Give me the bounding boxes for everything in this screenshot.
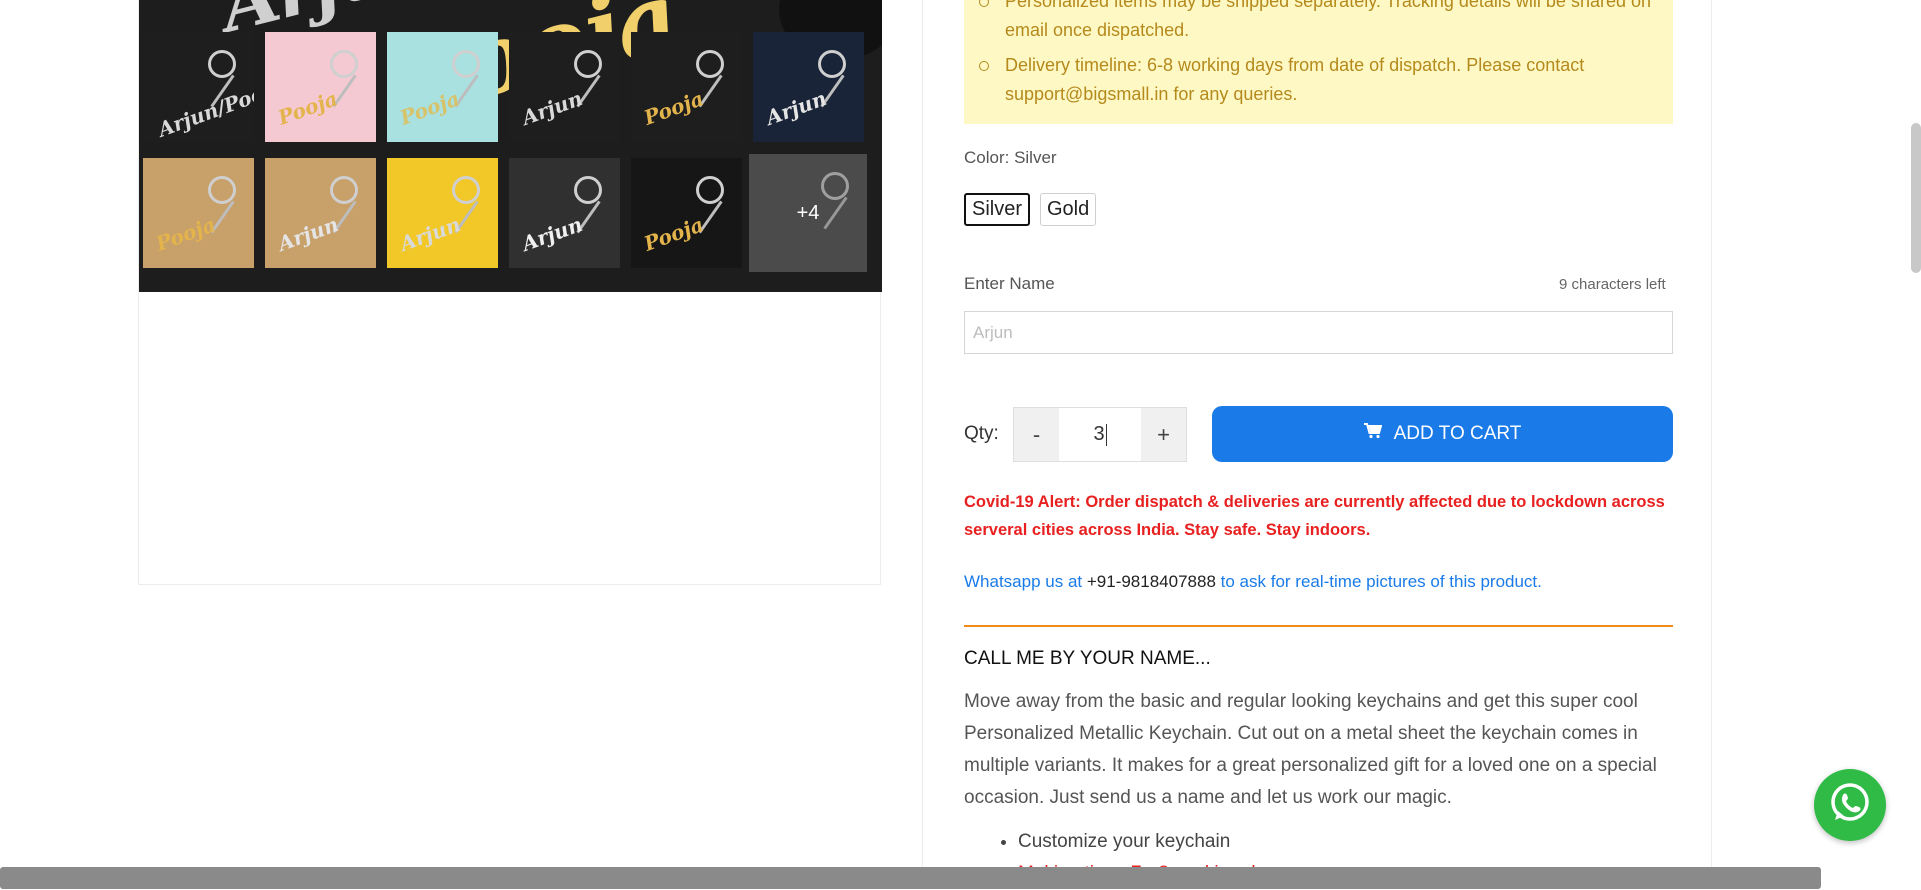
feature-item: Customize your keychain — [1018, 826, 1285, 858]
thumbnail-keychain-name: Pooja — [152, 212, 219, 256]
product-details: Personalized items may be shipped separa… — [922, 0, 1712, 889]
horizontal-scrollbar-thumb[interactable] — [0, 867, 1821, 889]
qty-value-field[interactable]: 3 — [1059, 408, 1141, 461]
product-thumbnail[interactable]: Arjun — [753, 32, 864, 142]
vertical-scrollbar-thumb[interactable] — [1911, 123, 1921, 273]
whatsapp-contact-line: Whatsapp us at +91-9818407888 to ask for… — [964, 572, 1542, 592]
product-thumbnail[interactable]: Arjun — [387, 158, 498, 268]
color-label: Color: Silver — [964, 148, 1057, 167]
product-thumbnail[interactable]: Pooja — [631, 158, 742, 268]
thumbnail-keychain-name: Arjun — [762, 86, 830, 130]
qty-label: Qty: — [964, 423, 999, 444]
qty-increase-button[interactable]: + — [1141, 408, 1186, 461]
whatsapp-prefix: Whatsapp us at — [964, 572, 1083, 591]
covid-alert: Covid-19 Alert: Order dispatch & deliver… — [964, 493, 1665, 539]
product-thumbnail[interactable]: Pooja — [631, 32, 742, 142]
add-to-cart-button[interactable]: ADD TO CART — [1212, 406, 1673, 462]
product-gallery: Arjun Pooja Arjun/Pooja Pooja Pooja Arjun Po… — [138, 0, 882, 585]
product-thumbnail[interactable]: Arjun/Pooja — [143, 32, 254, 142]
qty-decrease-button[interactable]: - — [1014, 408, 1059, 461]
product-thumbnail[interactable]: Pooja — [143, 158, 254, 268]
notice-item: Delivery timeline: 6-8 working days from… — [979, 51, 1653, 109]
thumbnail-keychain-name: Arjun — [518, 86, 586, 130]
add-to-cart-label: ADD TO CART — [1393, 423, 1522, 444]
product-thumbnail[interactable]: Arjun — [265, 158, 376, 268]
qty-value: 3 — [1093, 423, 1105, 445]
thumbnail-keychain-name: Pooja — [640, 86, 707, 130]
cart-icon — [1363, 423, 1382, 445]
product-thumbnail[interactable]: +4 — [749, 154, 867, 272]
thumbnail-keychain-name: Arjun/Pooja — [154, 74, 254, 142]
section-divider — [964, 625, 1673, 627]
notice-item: Personalized items may be shipped separa… — [979, 0, 1653, 45]
thumbnail-keychain-name: Pooja — [396, 86, 463, 130]
thumbnail-keychain-name: Arjun — [274, 212, 342, 256]
characters-left-counter: 9 characters left — [1559, 276, 1666, 293]
whatsapp-icon — [1827, 780, 1873, 831]
more-images-overlay[interactable]: +4 — [749, 154, 867, 272]
thumbnail-keychain-name: Arjun — [396, 212, 464, 256]
color-option-silver[interactable]: Silver — [964, 193, 1031, 226]
product-thumbnail[interactable]: Pooja — [387, 32, 498, 142]
thumbnail-keychain-name: Arjun — [518, 212, 586, 256]
enter-name-label: Enter Name — [964, 274, 1055, 293]
thumbnail-keychain-name: Pooja — [274, 86, 341, 130]
description-text: Move away from the basic and regular loo… — [964, 691, 1657, 808]
quantity-stepper: - 3 + — [1013, 407, 1187, 462]
whatsapp-suffix: to ask for real-time pictures of this pr… — [1220, 572, 1542, 591]
color-option-gold[interactable]: Gold — [1040, 193, 1097, 226]
thumbnail-keychain-name: Pooja — [640, 212, 707, 256]
shipping-notice: Personalized items may be shipped separa… — [964, 0, 1673, 124]
whatsapp-float-button[interactable] — [1814, 769, 1886, 841]
description-title: CALL ME BY YOUR NAME... — [964, 648, 1211, 669]
product-thumbnail[interactable]: Arjun — [509, 32, 620, 142]
product-thumbnail[interactable]: Pooja — [265, 32, 376, 142]
product-thumbnail[interactable]: Arjun — [509, 158, 620, 268]
whatsapp-number[interactable]: +91-9818407888 — [1087, 572, 1216, 591]
name-input[interactable] — [964, 311, 1673, 354]
